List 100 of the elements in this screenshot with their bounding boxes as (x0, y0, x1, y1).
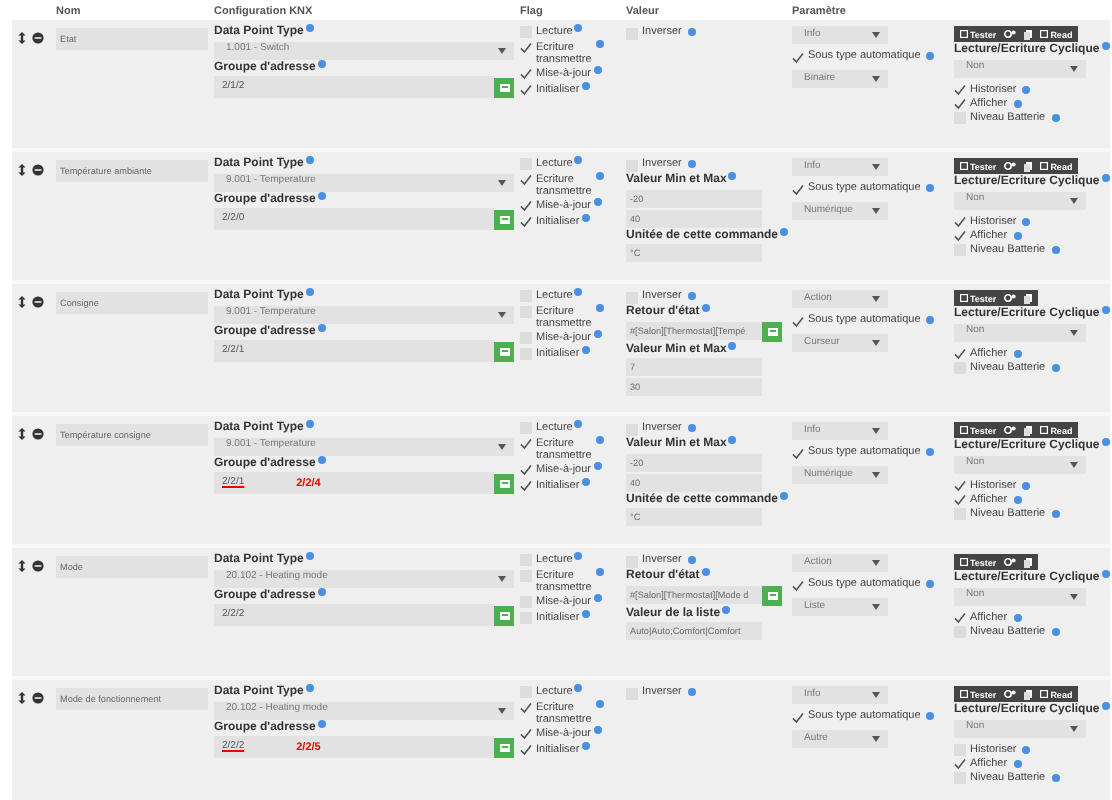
help-icon[interactable] (305, 156, 314, 164)
checkmark-icon[interactable] (520, 216, 532, 229)
help-icon[interactable] (317, 587, 326, 596)
checkmark-icon[interactable] (792, 315, 804, 327)
help-icon[interactable] (780, 491, 789, 500)
help-icon[interactable] (1101, 42, 1110, 50)
checkmark-icon[interactable] (520, 42, 532, 54)
help-icon[interactable] (596, 40, 604, 48)
help-icon[interactable] (1101, 306, 1110, 314)
copy-icon[interactable] (1024, 425, 1033, 435)
drag-handle-icon[interactable] (18, 32, 46, 44)
help-icon[interactable] (728, 436, 737, 444)
help-icon[interactable] (305, 552, 314, 560)
checkmark-icon[interactable] (954, 612, 966, 625)
help-icon[interactable] (926, 52, 935, 60)
help-icon[interactable] (1013, 613, 1022, 622)
help-icon[interactable] (574, 288, 583, 296)
help-icon[interactable] (1051, 363, 1060, 372)
settings-icon[interactable] (1004, 690, 1017, 698)
help-icon[interactable] (317, 719, 326, 728)
checkbox[interactable] (954, 772, 966, 785)
checkbox[interactable] (954, 508, 966, 521)
settings-icon[interactable] (1004, 558, 1017, 566)
help-icon[interactable] (317, 191, 326, 200)
help-icon[interactable] (317, 59, 326, 68)
select-button[interactable] (762, 321, 782, 342)
help-icon[interactable] (926, 712, 935, 720)
select-button[interactable] (494, 473, 514, 494)
help-icon[interactable] (574, 420, 583, 428)
help-icon[interactable] (687, 28, 696, 36)
help-icon[interactable] (926, 580, 935, 588)
select-button[interactable] (494, 737, 514, 758)
settings-icon[interactable] (1004, 294, 1017, 302)
help-icon[interactable] (305, 684, 314, 692)
copy-icon[interactable] (1024, 29, 1033, 39)
checkmark-icon[interactable] (520, 728, 532, 741)
help-icon[interactable] (305, 288, 314, 296)
checkbox[interactable] (954, 244, 966, 257)
help-icon[interactable] (596, 700, 604, 708)
help-icon[interactable] (305, 420, 314, 428)
help-icon[interactable] (926, 448, 935, 456)
settings-icon[interactable] (1004, 426, 1017, 434)
checkmark-icon[interactable] (520, 68, 532, 81)
help-icon[interactable] (317, 455, 326, 464)
help-icon[interactable] (574, 684, 583, 692)
help-icon[interactable] (1051, 509, 1060, 518)
checkmark-icon[interactable] (954, 84, 966, 97)
checkmark-icon[interactable] (954, 98, 966, 111)
checkmark-icon[interactable] (520, 744, 532, 757)
help-icon[interactable] (687, 160, 696, 168)
help-icon[interactable] (1051, 245, 1060, 254)
help-icon[interactable] (574, 552, 583, 560)
checkmark-icon[interactable] (954, 348, 966, 361)
help-icon[interactable] (722, 605, 731, 614)
checkmark-icon[interactable] (954, 758, 966, 771)
checkmark-icon[interactable] (792, 183, 804, 195)
help-icon[interactable] (596, 568, 604, 576)
help-icon[interactable] (687, 688, 696, 696)
select-button[interactable] (494, 341, 514, 362)
checkbox[interactable] (954, 626, 966, 639)
help-icon[interactable] (1101, 570, 1110, 578)
help-icon[interactable] (596, 172, 604, 180)
drag-handle-icon[interactable] (18, 164, 46, 176)
checkmark-icon[interactable] (792, 51, 804, 63)
select-button[interactable] (494, 77, 514, 98)
checkmark-icon[interactable] (954, 494, 966, 507)
help-icon[interactable] (1101, 174, 1110, 182)
checkmark-icon[interactable] (520, 174, 532, 186)
drag-handle-icon[interactable] (18, 560, 46, 572)
copy-icon[interactable] (1024, 557, 1033, 567)
copy-icon[interactable] (1024, 689, 1033, 699)
checkmark-icon[interactable] (792, 711, 804, 723)
select-button[interactable] (762, 585, 782, 606)
help-icon[interactable] (1051, 627, 1060, 636)
checkmark-icon[interactable] (520, 84, 532, 97)
help-icon[interactable] (728, 172, 737, 180)
help-icon[interactable] (1051, 773, 1060, 782)
checkbox[interactable] (954, 112, 966, 125)
checkmark-icon[interactable] (954, 480, 966, 493)
help-icon[interactable] (926, 184, 935, 192)
drag-handle-icon[interactable] (18, 428, 46, 440)
checkmark-icon[interactable] (520, 480, 532, 493)
help-icon[interactable] (780, 227, 789, 236)
checkmark-icon[interactable] (520, 438, 532, 450)
checkmark-icon[interactable] (954, 230, 966, 243)
checkmark-icon[interactable] (520, 200, 532, 213)
copy-icon[interactable] (1024, 293, 1033, 303)
checkmark-icon[interactable] (792, 447, 804, 459)
help-icon[interactable] (728, 341, 737, 350)
help-icon[interactable] (1051, 113, 1060, 122)
checkbox[interactable] (954, 744, 966, 757)
help-icon[interactable] (926, 316, 935, 324)
drag-handle-icon[interactable] (18, 296, 46, 308)
checkmark-icon[interactable] (954, 216, 966, 229)
help-icon[interactable] (687, 424, 696, 432)
help-icon[interactable] (1101, 702, 1110, 710)
settings-icon[interactable] (1004, 30, 1017, 38)
select-button[interactable] (494, 605, 514, 626)
help-icon[interactable] (596, 304, 604, 312)
copy-icon[interactable] (1024, 161, 1033, 171)
